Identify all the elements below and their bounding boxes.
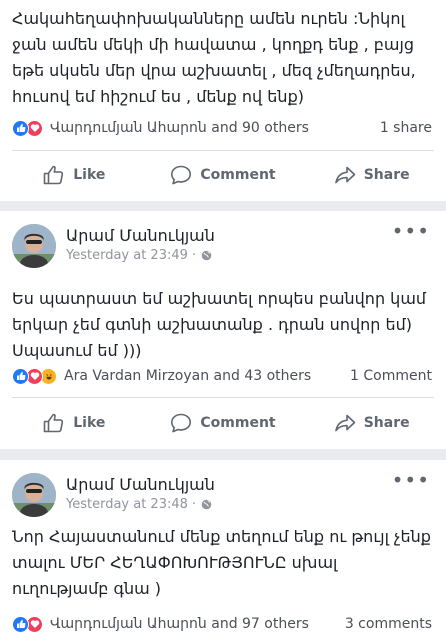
reaction-icons xyxy=(12,119,43,137)
action-bar: Like Comment Share xyxy=(0,403,446,443)
like-label: Like xyxy=(73,415,106,431)
share-icon xyxy=(334,414,356,432)
post-card: Արամ Մանուկյան Yesterday at 23:48 · ••• … xyxy=(0,460,446,640)
post-timestamp[interactable]: Yesterday at 23:49 · xyxy=(66,248,212,263)
like-reaction-icon xyxy=(12,367,29,385)
like-reaction-icon xyxy=(12,119,29,137)
reactors-text[interactable]: Վարդումյան Ահարոն and 97 others xyxy=(46,616,345,632)
reaction-icons xyxy=(12,367,57,385)
share-button[interactable]: Share xyxy=(297,403,446,443)
reaction-icons xyxy=(12,615,43,633)
thumbs-up-icon xyxy=(43,165,64,185)
post-card: Հակահեղափոխականները ամեն ուրեն :Նիկոլ ջա… xyxy=(0,0,446,201)
comments-count[interactable]: 3 comments xyxy=(345,616,432,632)
comment-button[interactable]: Comment xyxy=(149,155,298,195)
share-label: Share xyxy=(363,167,410,183)
like-label: Like xyxy=(73,167,106,183)
reaction-summary[interactable]: Վարդումյան Ահարոն and 90 others 1 share xyxy=(12,118,432,138)
timestamp-text: Yesterday at 23:48 · xyxy=(66,497,197,512)
globe-icon xyxy=(201,250,212,261)
comment-label: Comment xyxy=(200,415,276,431)
timestamp-text: Yesterday at 23:49 · xyxy=(66,248,197,263)
comments-count[interactable]: 1 Comment xyxy=(350,368,432,384)
more-icon[interactable]: ••• xyxy=(392,221,430,241)
post-text: Ես պատրաստ եմ աշխատել որպես բանվոր կամ ե… xyxy=(12,289,427,360)
post-timestamp[interactable]: Yesterday at 23:48 · xyxy=(66,497,212,512)
post-text: Հակահեղափոխականները ամեն ուրեն :Նիկոլ ջա… xyxy=(12,9,416,106)
avatar[interactable] xyxy=(12,224,56,268)
like-button[interactable]: Like xyxy=(0,403,149,443)
share-icon xyxy=(334,166,356,184)
post-header: Արամ Մանուկյան Yesterday at 23:48 · ••• xyxy=(12,470,434,517)
post-header: Արամ Մանուկյան Yesterday at 23:49 · ••• xyxy=(12,221,434,268)
reactors-text[interactable]: Վարդումյան Ահարոն and 90 others xyxy=(46,120,380,136)
thumbs-up-icon xyxy=(43,413,64,433)
globe-icon xyxy=(201,499,212,510)
post-card: Արամ Մանուկյան Yesterday at 23:49 · ••• … xyxy=(0,211,446,449)
divider xyxy=(12,150,434,151)
share-label: Share xyxy=(363,415,410,431)
action-bar: Like Comment Share xyxy=(0,155,446,195)
post-text: Նոր Հայաստանում մենք տեղում ենք ու թույլ… xyxy=(12,527,431,598)
share-button[interactable]: Share xyxy=(297,155,446,195)
avatar[interactable] xyxy=(12,473,56,517)
comment-icon xyxy=(171,413,192,433)
comment-button[interactable]: Comment xyxy=(149,403,298,443)
like-button[interactable]: Like xyxy=(0,155,149,195)
comment-label: Comment xyxy=(200,167,276,183)
like-reaction-icon xyxy=(12,615,29,633)
reaction-summary[interactable]: Ara Vardan Mirzoyan and 43 others 1 Comm… xyxy=(12,366,432,386)
comment-icon xyxy=(171,165,192,185)
shares-count[interactable]: 1 share xyxy=(380,120,432,136)
author-name[interactable]: Արամ Մանուկյան xyxy=(66,475,215,494)
divider xyxy=(12,397,434,398)
reactors-text[interactable]: Ara Vardan Mirzoyan and 43 others xyxy=(60,368,350,384)
more-icon[interactable]: ••• xyxy=(392,470,430,490)
reaction-summary[interactable]: Վարդումյան Ահարոն and 97 others 3 commen… xyxy=(12,614,432,634)
author-name[interactable]: Արամ Մանուկյան xyxy=(66,226,215,245)
